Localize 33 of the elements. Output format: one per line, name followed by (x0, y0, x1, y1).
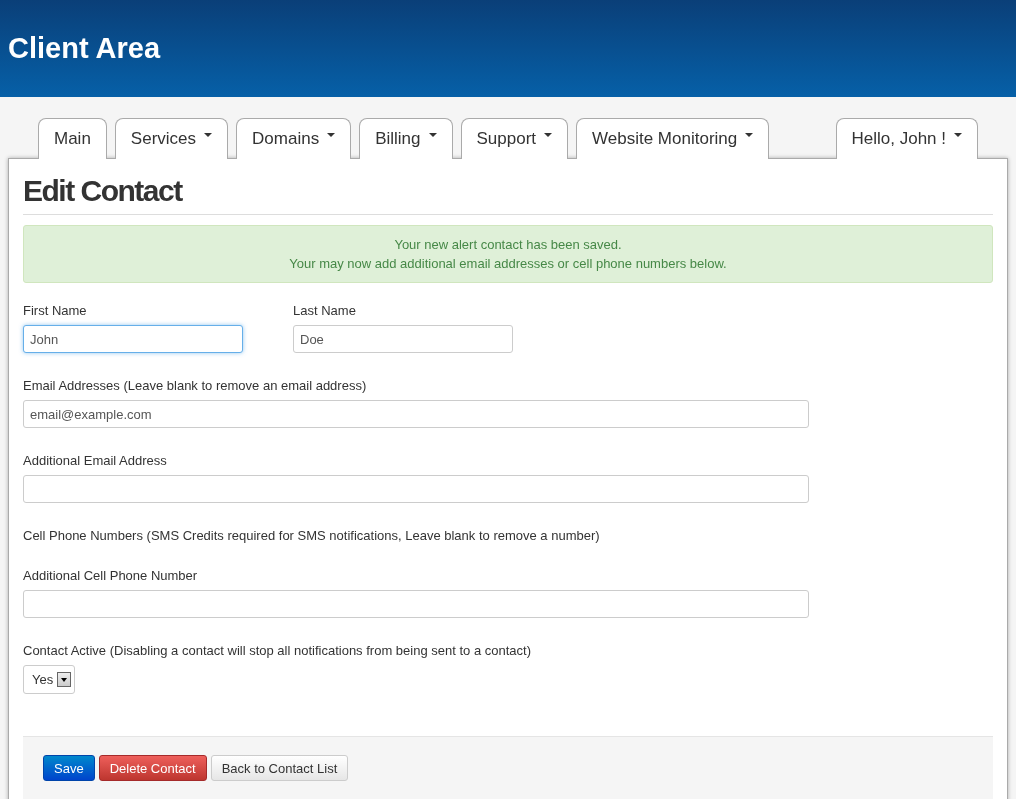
nav-tab[interactable]: Website Monitoring (576, 118, 770, 159)
page-title: Edit Contact (23, 174, 993, 215)
field-label: Additional Email Address (23, 453, 168, 468)
text-input[interactable]: email@example.com (23, 400, 809, 428)
field-label: Contact Active (Disabling a contact will stop all notifications from being sent to a contact) (23, 643, 532, 658)
action-button[interactable]: Delete Contact (98, 755, 207, 781)
nav-tab[interactable]: Billing (359, 118, 453, 159)
text-input[interactable]: John (23, 325, 243, 353)
caret-icon (327, 133, 336, 137)
text-input[interactable] (23, 475, 809, 503)
nav-tab[interactable]: Services (114, 118, 229, 159)
field-label: Cell Phone Numbers (SMS Credits required for SMS notifications, Leave blank to remove a number) (23, 528, 601, 543)
field-label: Email Addresses (Leave blank to remove an email address) (23, 378, 368, 393)
text-input[interactable]: Doe (293, 325, 513, 353)
caret-icon (428, 133, 437, 137)
caret-icon (954, 133, 962, 137)
alert-text: Your may now add additional email addresses or cell phone numbers below. (288, 255, 728, 273)
select-dropdown[interactable]: Yes (23, 665, 76, 694)
alert-text: Your new alert contact has been saved. (393, 236, 623, 254)
caret-icon (204, 133, 213, 137)
nav-tab[interactable]: Domains (236, 118, 352, 159)
field-label: Last Name (293, 303, 357, 318)
nav-tab[interactable]: Main (38, 118, 107, 159)
user-menu-tab[interactable]: Hello, John ! (835, 118, 978, 159)
caret-icon (544, 133, 553, 137)
field-label: Additional Cell Phone Number (23, 568, 199, 583)
action-button[interactable]: Back to Contact List (210, 755, 349, 781)
site-title: Client Area (8, 32, 161, 65)
nav-tab[interactable]: Support (460, 118, 569, 159)
field-label: First Name (23, 303, 88, 318)
text-input[interactable] (23, 590, 809, 618)
caret-icon (745, 133, 754, 137)
action-button[interactable]: Save (43, 755, 95, 781)
